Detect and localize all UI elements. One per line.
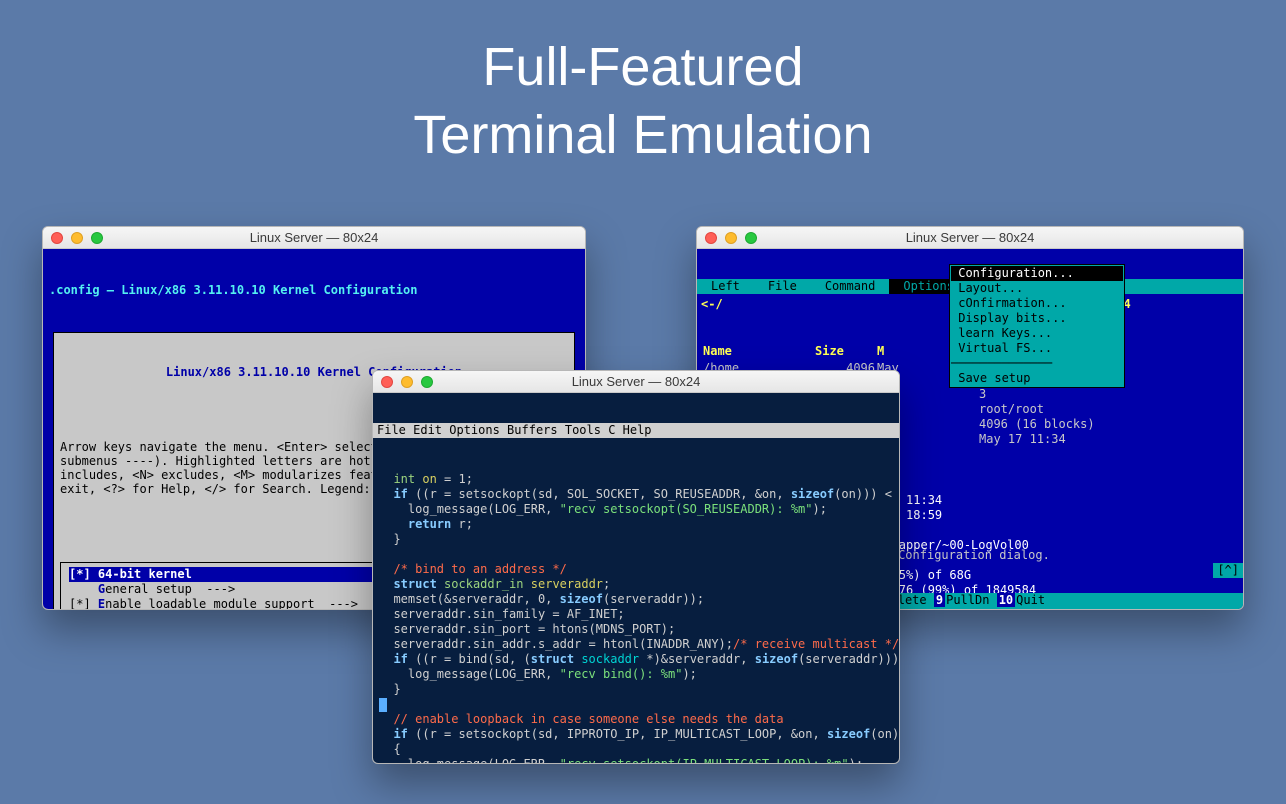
code-line: // enable loopback in case someone else … [379, 712, 893, 727]
code-line: { [379, 742, 893, 757]
mc-col-header[interactable]: Size [815, 344, 875, 359]
titlebar[interactable]: Linux Server — 80x24 [43, 227, 585, 249]
emacs-buffer[interactable]: int on = 1; if ((r = setsockopt(sd, SOL_… [373, 468, 899, 764]
hero-line2: Terminal Emulation [413, 105, 872, 165]
hero: Full-Featured Terminal Emulation [0, 0, 1286, 169]
code-line: serveraddr.sin_port = htons(MDNS_PORT); [379, 622, 893, 637]
window-title: Linux Server — 80x24 [43, 230, 585, 245]
fkey-label[interactable]: Quit [1016, 593, 1045, 607]
fkey-label[interactable]: PullDn [946, 593, 989, 607]
cursor [379, 698, 387, 712]
mc-dropdown-item[interactable]: Save setup [951, 371, 1123, 386]
titlebar[interactable]: Linux Server — 80x24 [697, 227, 1243, 249]
code-line: memset(&serveraddr, 0, sizeof(serveraddr… [379, 592, 893, 607]
code-line: struct sockaddr_in serveraddr; [379, 577, 893, 592]
terminal-emacs[interactable]: File Edit Options Buffers Tools C Help i… [373, 393, 899, 763]
mc-left-path: <-/ [701, 297, 941, 312]
code-line: return r; [379, 517, 893, 532]
mc-dropdown-item[interactable]: Layout... [951, 281, 1123, 296]
code-line: log_message(LOG_ERR, "recv setsockopt(IP… [379, 757, 893, 764]
fkey-number: 10 [997, 593, 1015, 607]
code-line: /* bind to an address */ [379, 562, 893, 577]
mc-dropdown-item[interactable]: Display bits... [951, 311, 1123, 326]
mc-col-header[interactable]: Name [703, 344, 813, 359]
window-title: Linux Server — 80x24 [373, 374, 899, 389]
mc-info-line: root/root [979, 402, 1239, 417]
mc-options-dropdown[interactable]: Configuration... Layout... cOnfirmation.… [949, 264, 1125, 388]
mc-col-header[interactable]: M [877, 344, 899, 359]
mc-dropdown-item[interactable]: Virtual FS... [951, 341, 1123, 356]
titlebar[interactable]: Linux Server — 80x24 [373, 371, 899, 393]
mc-dropdown-item[interactable]: cOnfirmation... [951, 296, 1123, 311]
window-emacs[interactable]: Linux Server — 80x24 File Edit Options B… [372, 370, 900, 764]
scroll-up-icon[interactable]: [^] [1213, 563, 1243, 578]
code-line [379, 697, 893, 712]
mc-info-line: 3 [979, 387, 1239, 402]
code-line: } [379, 682, 893, 697]
code-line: log_message(LOG_ERR, "recv bind(): %m"); [379, 667, 893, 682]
mc-dropdown-item[interactable]: learn Keys... [951, 326, 1123, 341]
code-line: log_message(LOG_ERR, "recv setsockopt(SO… [379, 502, 893, 517]
code-line: if ((r = setsockopt(sd, IPPROTO_IP, IP_M… [379, 727, 893, 742]
code-line: serveraddr.sin_addr.s_addr = htonl(INADD… [379, 637, 893, 652]
mc-info-line: 4096 (16 blocks) [979, 417, 1239, 432]
code-line: serveraddr.sin_family = AF_INET; [379, 607, 893, 622]
fkey-number: 9 [934, 593, 945, 607]
code-line: if ((r = bind(sd, (struct sockaddr *)&se… [379, 652, 893, 667]
mc-info-line: May 17 11:34 [979, 432, 1239, 447]
code-line [379, 547, 893, 562]
mc-dropdown-item[interactable]: Configuration... [951, 266, 1123, 281]
code-line: } [379, 532, 893, 547]
code-line: int on = 1; [379, 472, 893, 487]
code-line: if ((r = setsockopt(sd, SOL_SOCKET, SO_R… [379, 487, 893, 502]
emacs-menubar[interactable]: File Edit Options Buffers Tools C Help [373, 423, 899, 438]
menuconfig-header: .config — Linux/x86 3.11.10.10 Kernel Co… [49, 283, 579, 298]
hero-line1: Full-Featured [482, 37, 803, 97]
window-title: Linux Server — 80x24 [697, 230, 1243, 245]
